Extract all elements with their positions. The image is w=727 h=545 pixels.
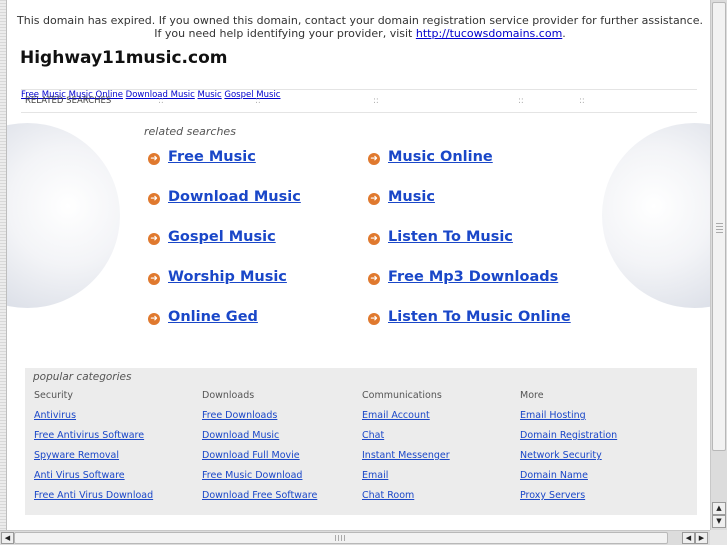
category-column-more: More Email Hosting Domain Registration N… [520,390,617,510]
category-link[interactable]: Email Account [362,410,450,430]
window-left-edge [0,0,7,530]
arrow-circle-icon: ➜ [368,193,380,205]
related-searches-bar: RELATED SEARCHES :: Free Music :: Music … [21,89,697,113]
vertical-scrollbar[interactable]: ▲ ▼ [710,0,727,530]
category-heading: Downloads [202,390,255,401]
scroll-right-button[interactable]: ▶ [695,532,708,544]
notice-text: This domain has expired. If you owned th… [17,14,703,40]
related-searches-label: RELATED SEARCHES [25,96,112,106]
tucows-link[interactable]: http://tucowsdomains.com [416,27,562,40]
expired-notice: This domain has expired. If you owned th… [15,14,705,40]
arrow-circle-icon: ➜ [148,233,160,245]
category-link[interactable]: Domain Registration [520,430,617,450]
category-link[interactable]: Network Security [520,450,617,470]
search-link[interactable]: Free Mp3 Downloads [388,269,558,285]
arrow-circle-icon: ➜ [148,273,160,285]
search-link[interactable]: Free Music [168,149,256,165]
scroll-up-button[interactable]: ▲ [712,502,726,515]
search-link[interactable]: Download Music [168,189,301,205]
category-link[interactable]: Free Music Download [202,470,317,490]
category-link[interactable]: Free Anti Virus Download [34,490,153,510]
arrow-circle-icon: ➜ [148,193,160,205]
horizontal-scrollbar[interactable]: ◀ ◀ ▶ [0,530,710,545]
search-link[interactable]: Worship Music [168,269,287,285]
category-link[interactable]: Anti Virus Software [34,470,153,490]
category-heading: Security [34,390,74,401]
arrow-circle-icon: ➜ [148,153,160,165]
separator: :: [158,96,164,106]
separator: :: [255,96,261,106]
category-link[interactable]: Chat [362,430,450,450]
search-link[interactable]: Online Ged [168,309,258,325]
category-column-communications: Communications Email Account Chat Instan… [362,390,450,510]
category-link[interactable]: Download Music [202,430,317,450]
search-link[interactable]: Listen To Music [388,229,513,245]
page-content: This domain has expired. If you owned th… [7,0,710,530]
arrow-circle-icon: ➜ [148,313,160,325]
separator: :: [373,96,379,106]
category-link[interactable]: Antivirus [34,410,153,430]
category-link[interactable]: Free Antivirus Software [34,430,153,450]
category-link[interactable]: Chat Room [362,490,450,510]
category-link[interactable]: Spyware Removal [34,450,153,470]
related-searches-heading: related searches [144,125,236,138]
scroll-left-button-2[interactable]: ◀ [682,532,695,544]
category-link[interactable]: Email [362,470,450,490]
category-heading: Communications [362,390,442,401]
popular-categories-heading: popular categories [33,371,132,383]
category-link[interactable]: Proxy Servers [520,490,617,510]
category-column-downloads: Downloads Free Downloads Download Music … [202,390,317,510]
search-link[interactable]: Gospel Music [168,229,276,245]
notice-end: . [562,27,566,40]
vertical-scroll-thumb[interactable] [712,2,726,451]
category-heading: More [520,390,544,401]
search-link[interactable]: Listen To Music Online [388,309,571,325]
search-link[interactable]: Music Online [388,149,493,165]
grip-icon [716,223,723,233]
popular-categories-panel: popular categories Security Antivirus Fr… [25,368,697,515]
decorative-orb-right [602,123,710,308]
grip-icon [335,535,347,541]
bar-link-music[interactable]: Music [198,90,222,100]
category-link[interactable]: Download Full Movie [202,450,317,470]
site-title: Highway11music.com [20,48,228,68]
separator: :: [518,96,524,106]
scroll-left-button[interactable]: ◀ [1,532,14,544]
category-link[interactable]: Free Downloads [202,410,317,430]
decorative-orb-left [7,123,120,308]
arrow-circle-icon: ➜ [368,273,380,285]
arrow-circle-icon: ➜ [368,153,380,165]
arrow-circle-icon: ➜ [368,313,380,325]
horizontal-scroll-thumb[interactable] [14,532,668,544]
scrollbar-corner [710,530,727,545]
category-link[interactable]: Domain Name [520,470,617,490]
arrow-circle-icon: ➜ [368,233,380,245]
category-column-security: Security Antivirus Free Antivirus Softwa… [34,390,153,510]
category-link[interactable]: Email Hosting [520,410,617,430]
search-link[interactable]: Music [388,189,435,205]
category-link[interactable]: Instant Messenger [362,450,450,470]
scroll-down-button[interactable]: ▼ [712,515,726,528]
category-link[interactable]: Download Free Software [202,490,317,510]
separator: :: [579,96,585,106]
bar-link-gospel-music[interactable]: Gospel Music [224,90,280,100]
